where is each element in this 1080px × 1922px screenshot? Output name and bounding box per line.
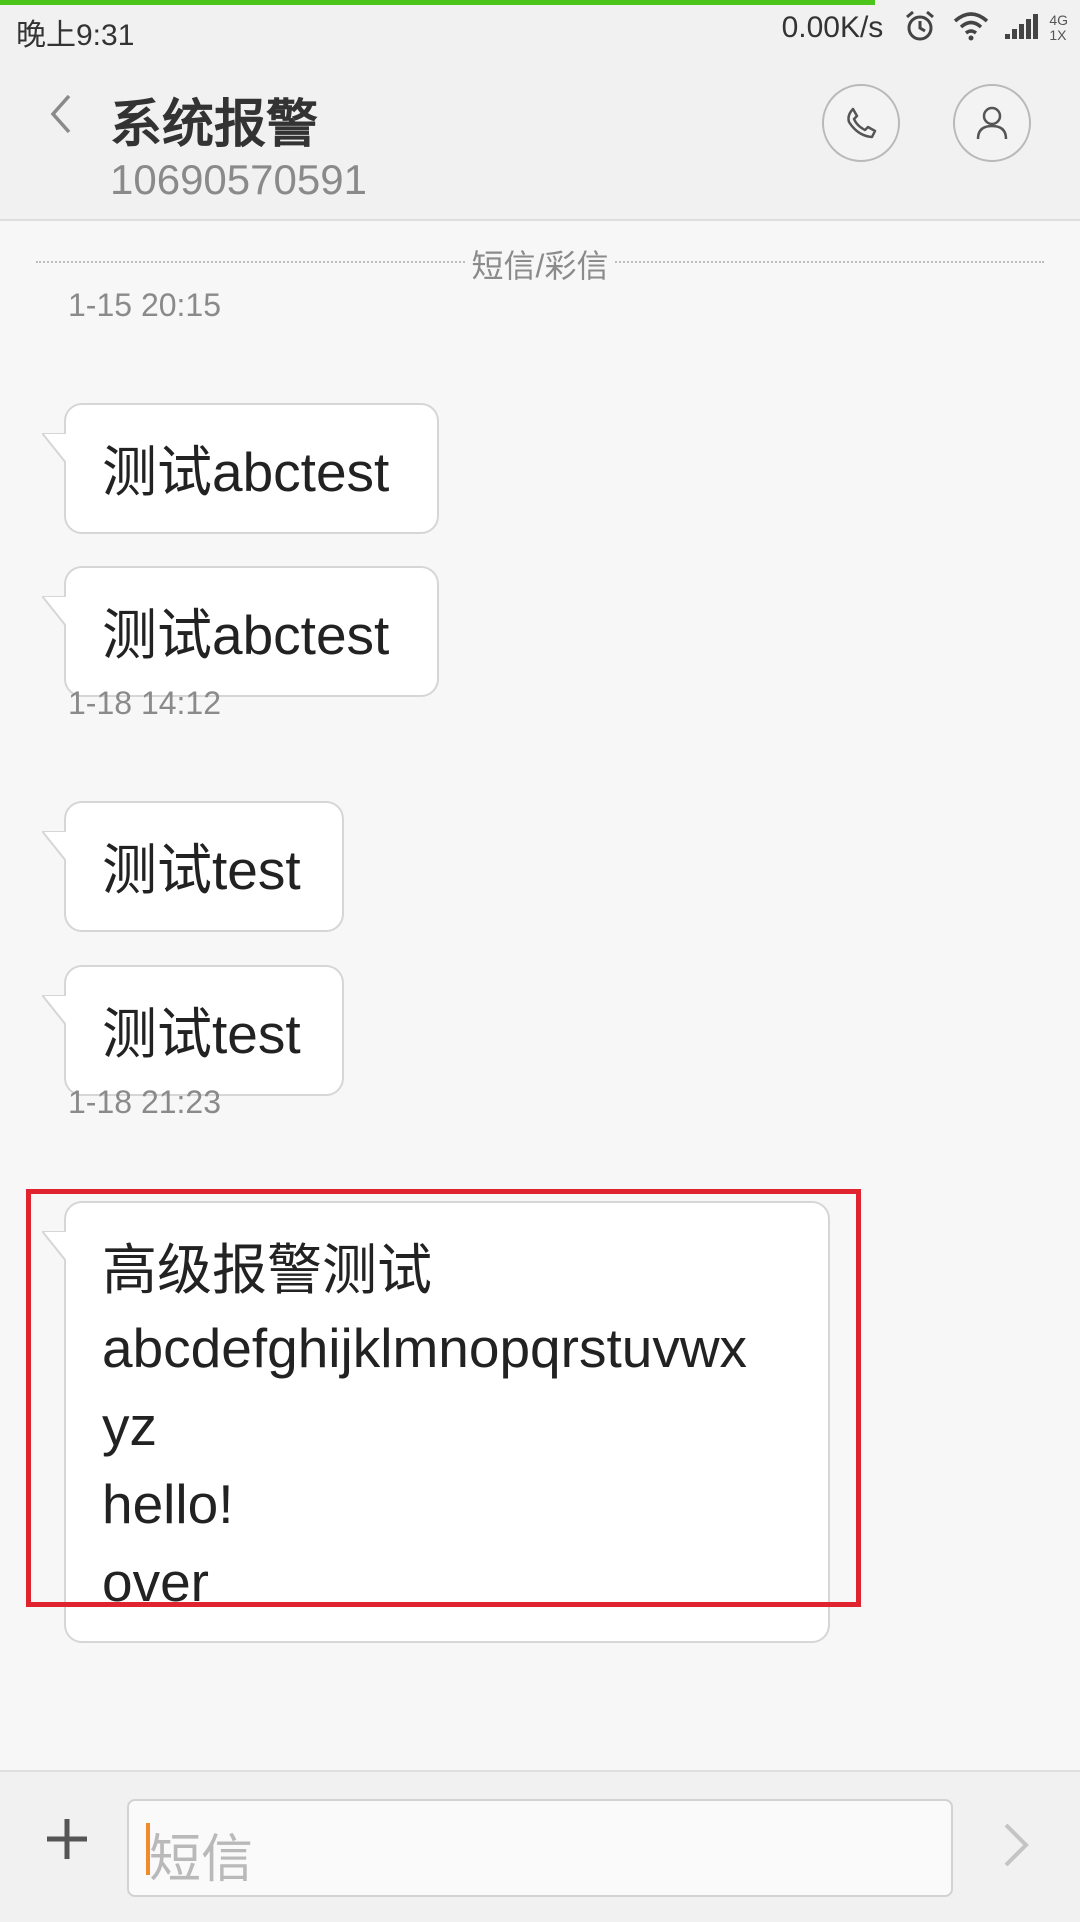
network-type-top: 4G	[1049, 12, 1068, 28]
timestamp: 1-18 21:23	[68, 1084, 222, 1120]
network-speed: 0.00K/s	[781, 11, 884, 44]
message-text: 测试abctest	[102, 441, 390, 503]
phone-icon	[847, 107, 877, 139]
message-bubble[interactable]: 测试abctest	[42, 566, 439, 697]
alarm-icon	[903, 9, 937, 48]
wifi-icon	[953, 11, 989, 46]
conversation-header: 系统报警 10690570591	[0, 56, 1080, 221]
message-bubble[interactable]: 测试abctest	[42, 403, 439, 534]
message-text: 测试test	[102, 1003, 301, 1065]
message-bubble[interactable]: 测试test	[42, 965, 344, 1096]
compose-bar: 短信	[0, 1770, 1080, 1922]
contact-name: 系统报警	[110, 96, 319, 154]
message-text: 测试abctest	[102, 604, 390, 666]
send-arrow-icon	[1004, 1823, 1029, 1867]
message-type-divider: 短信/彩信	[0, 241, 1080, 287]
bubble-tail	[42, 433, 66, 463]
highlight-box	[26, 1189, 861, 1607]
timestamp: 1-18 14:12	[68, 685, 222, 721]
call-button[interactable]	[822, 84, 900, 162]
back-arrow-icon	[50, 94, 71, 134]
signal-icon	[1005, 12, 1041, 45]
bubble-tail	[42, 596, 66, 626]
contact-info-button[interactable]	[953, 84, 1031, 162]
message-input[interactable]: 短信	[127, 1799, 953, 1897]
contact-number: 10690570591	[110, 156, 367, 203]
network-type-bottom: 1X	[1049, 27, 1067, 43]
status-bar: 晚上9:31 0.00K/s 4G 1X	[0, 0, 1080, 56]
add-attachment-button[interactable]	[36, 1808, 98, 1870]
plus-icon	[47, 1819, 87, 1859]
bubble-tail	[42, 995, 66, 1025]
send-button[interactable]	[990, 1814, 1042, 1876]
timestamp: 1-15 20:15	[68, 287, 222, 323]
network-type: 4G 1X	[1049, 13, 1068, 43]
page-progress-bar	[0, 0, 1080, 5]
back-button[interactable]	[36, 84, 86, 144]
status-time: 晚上9:31	[16, 19, 135, 52]
status-icons: 0.00K/s 4G 1X	[782, 8, 1068, 48]
bubble-tail	[42, 831, 66, 861]
page-progress-fill	[0, 0, 875, 5]
message-text: 测试test	[102, 839, 301, 901]
message-bubble[interactable]: 测试test	[42, 801, 344, 932]
message-input-placeholder: 短信	[149, 1831, 254, 1889]
person-icon	[976, 106, 1008, 140]
divider-label: 短信/彩信	[465, 248, 615, 284]
